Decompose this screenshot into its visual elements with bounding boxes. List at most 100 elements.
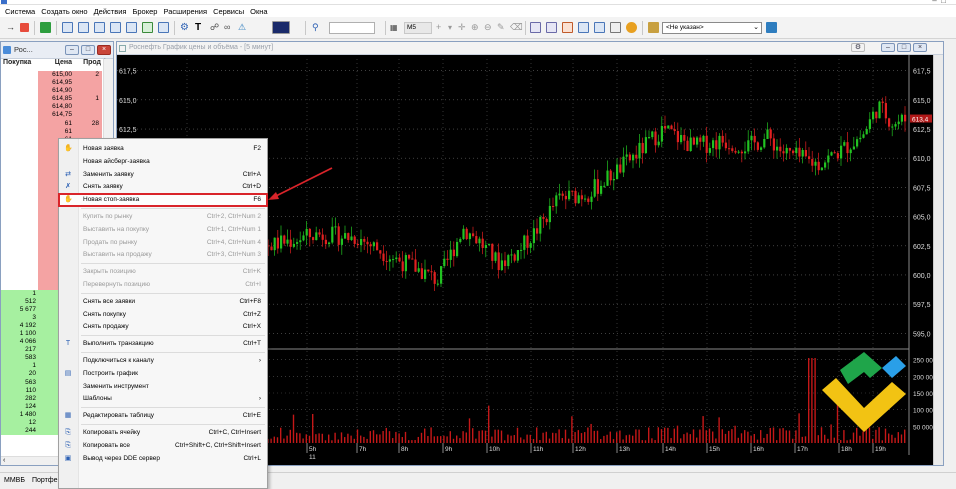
context-menu-item[interactable]: ✗ Снять заявку Ctrl+D: [59, 181, 267, 193]
report-icon[interactable]: [530, 22, 541, 33]
lock-icon[interactable]: ☍: [210, 22, 221, 33]
context-menu-item[interactable]: Новая айсберг-заявка: [59, 156, 267, 168]
search-input[interactable]: [329, 22, 375, 34]
menu-broker[interactable]: Брокер: [129, 7, 160, 16]
orderbook-ask-row[interactable]: 614,85 1: [1, 95, 113, 104]
context-menu-item[interactable]: ⎘ Копировать ячейку Ctrl+C, Ctrl+Insert: [59, 427, 267, 439]
chart-vscroll[interactable]: [933, 55, 943, 465]
orderbook-ask-row[interactable]: 61 28: [1, 119, 113, 128]
volume-bar: [392, 438, 394, 443]
orderbook-ask-row[interactable]: 614,80: [1, 103, 113, 112]
zoom-out-icon[interactable]: ⊖: [484, 22, 495, 33]
link-icon[interactable]: ∞: [224, 22, 235, 33]
chart-settings-button[interactable]: ⚙: [851, 43, 865, 52]
context-menu-item[interactable]: Снять все заявки Ctrl+F8: [59, 296, 267, 308]
pencil-icon[interactable]: ✎: [497, 22, 508, 33]
connect-arrow-icon[interactable]: →: [6, 22, 17, 33]
eraser-icon[interactable]: ⌫: [510, 22, 523, 33]
add-icon[interactable]: +: [436, 22, 447, 33]
context-menu-item[interactable]: Перевернуть позицию Ctrl+I: [59, 279, 267, 291]
bar-chart-icon[interactable]: ▦: [390, 22, 401, 33]
maximize-button[interactable]: □: [81, 45, 95, 55]
menu-services[interactable]: Сервисы: [210, 7, 247, 16]
context-menu-item[interactable]: Подключиться к каналу ›: [59, 355, 267, 367]
candle-down: [740, 151, 743, 154]
context-menu-item-label: Продать по рынку: [83, 238, 138, 246]
apply-instrument-icon[interactable]: [766, 22, 777, 33]
context-menu-item[interactable]: Продать по рынку Ctrl+4, Ctrl+Num 4: [59, 237, 267, 249]
search-icon[interactable]: ⚲: [312, 22, 323, 33]
print-icon[interactable]: [610, 22, 621, 33]
money-icon[interactable]: [546, 22, 557, 33]
menu-system[interactable]: Система: [2, 7, 38, 16]
menu-actions[interactable]: Действия: [91, 7, 130, 16]
instrument-icon[interactable]: [648, 22, 659, 33]
context-menu-item[interactable]: Купить по рынку Ctrl+2, Ctrl+Num 2: [59, 211, 267, 223]
context-menu-item[interactable]: ▣ Вывод через DDE сервер Ctrl+L: [59, 453, 267, 465]
context-menu-item[interactable]: Шаблоны ›: [59, 393, 267, 405]
portfolio-icon[interactable]: [142, 22, 153, 33]
stop-orders-icon[interactable]: [126, 22, 137, 33]
context-menu-item[interactable]: T Выполнить транзакцию Ctrl+T: [59, 338, 267, 350]
timeframe-select[interactable]: M5: [404, 22, 432, 34]
limits-icon[interactable]: [578, 22, 589, 33]
volume-bar: [619, 430, 621, 443]
menu-create-window[interactable]: Создать окно: [38, 7, 90, 16]
settings-icon[interactable]: ⚙: [180, 22, 191, 33]
col-price[interactable]: Цена: [38, 59, 75, 70]
context-menu-item[interactable]: Выставить на покупку Ctrl+1, Ctrl+Num 1: [59, 224, 267, 236]
context-menu-item[interactable]: Выставить на продажу Ctrl+3, Ctrl+Num 3: [59, 249, 267, 261]
instrument-select[interactable]: <Не указан> ⌄: [662, 22, 762, 34]
col-buy[interactable]: Покупка: [1, 59, 38, 70]
trades-icon[interactable]: [94, 22, 105, 33]
chart-thumbnail-icon[interactable]: [272, 21, 290, 34]
orderbook-titlebar[interactable]: Рос... – □ ×: [1, 42, 113, 59]
chart-close-button[interactable]: ×: [913, 43, 927, 52]
tab-portfolio[interactable]: Портфе: [32, 477, 58, 484]
context-menu-item[interactable]: ✋ Новая заявка F2: [59, 143, 267, 155]
minimize-button[interactable]: –: [65, 45, 79, 55]
context-menu-item[interactable]: Закрыть позицию Ctrl+K: [59, 266, 267, 278]
context-menu-item[interactable]: ⇄ Заменить заявку Ctrl+A: [59, 169, 267, 181]
quotes-icon[interactable]: [78, 22, 89, 33]
scroll-left-icon[interactable]: ‹: [3, 457, 5, 464]
candle-up: [644, 137, 647, 154]
ask-volume: 2: [75, 71, 102, 80]
accounts-icon[interactable]: [594, 22, 605, 33]
context-menu-item[interactable]: ▤ Построить график: [59, 368, 267, 380]
text-icon[interactable]: T: [195, 22, 206, 33]
alert-icon[interactable]: ⚠: [238, 22, 249, 33]
coins-icon[interactable]: [626, 22, 637, 33]
orders-icon[interactable]: [110, 22, 121, 33]
orderbook-ask-row[interactable]: 614,75: [1, 111, 113, 120]
volume-bar: [584, 432, 586, 443]
chart-minimize-button[interactable]: –: [881, 43, 895, 52]
candle-up: [548, 205, 551, 223]
chart-maximize-button[interactable]: □: [897, 43, 911, 52]
context-menu-item[interactable]: Заменить инструмент: [59, 381, 267, 393]
orderbook-ask-row[interactable]: 615,00 2: [1, 71, 113, 80]
risk-icon[interactable]: [562, 22, 573, 33]
crosshair-icon[interactable]: ✛: [458, 22, 469, 33]
menu-extensions[interactable]: Расширения: [160, 7, 210, 16]
context-menu-item[interactable]: Снять продажу Ctrl+X: [59, 321, 267, 333]
context-menu-item[interactable]: ✋ Новая стоп-заявка F6: [58, 193, 268, 208]
zoom-in-icon[interactable]: ⊕: [471, 22, 482, 33]
positions-icon[interactable]: [158, 22, 169, 33]
orderbook-ask-row[interactable]: 614,90: [1, 87, 113, 96]
volume-bar: [414, 440, 416, 443]
context-menu-item[interactable]: Снять покупку Ctrl+Z: [59, 309, 267, 321]
volume-bar: [539, 440, 541, 443]
chart-titlebar[interactable]: Роснефть График цены и объёма - [5 минут…: [117, 42, 943, 55]
orderbook-ask-row[interactable]: 614,95: [1, 79, 113, 88]
menu-windows[interactable]: Окна: [247, 7, 270, 16]
close-button[interactable]: ×: [97, 45, 111, 55]
table-icon[interactable]: [62, 22, 73, 33]
orderbook-ask-row[interactable]: 61: [1, 127, 113, 136]
disconnect-icon[interactable]: [20, 23, 29, 32]
candle-up: [360, 238, 363, 246]
context-menu-item[interactable]: ▦ Редактировать таблицу Ctrl+E: [59, 410, 267, 422]
context-menu-item[interactable]: ⎘ Копировать все Ctrl+Shift+C, Ctrl+Shift+…: [59, 440, 267, 452]
col-sell[interactable]: Прод: [75, 59, 103, 70]
new-window-icon[interactable]: [40, 22, 51, 33]
